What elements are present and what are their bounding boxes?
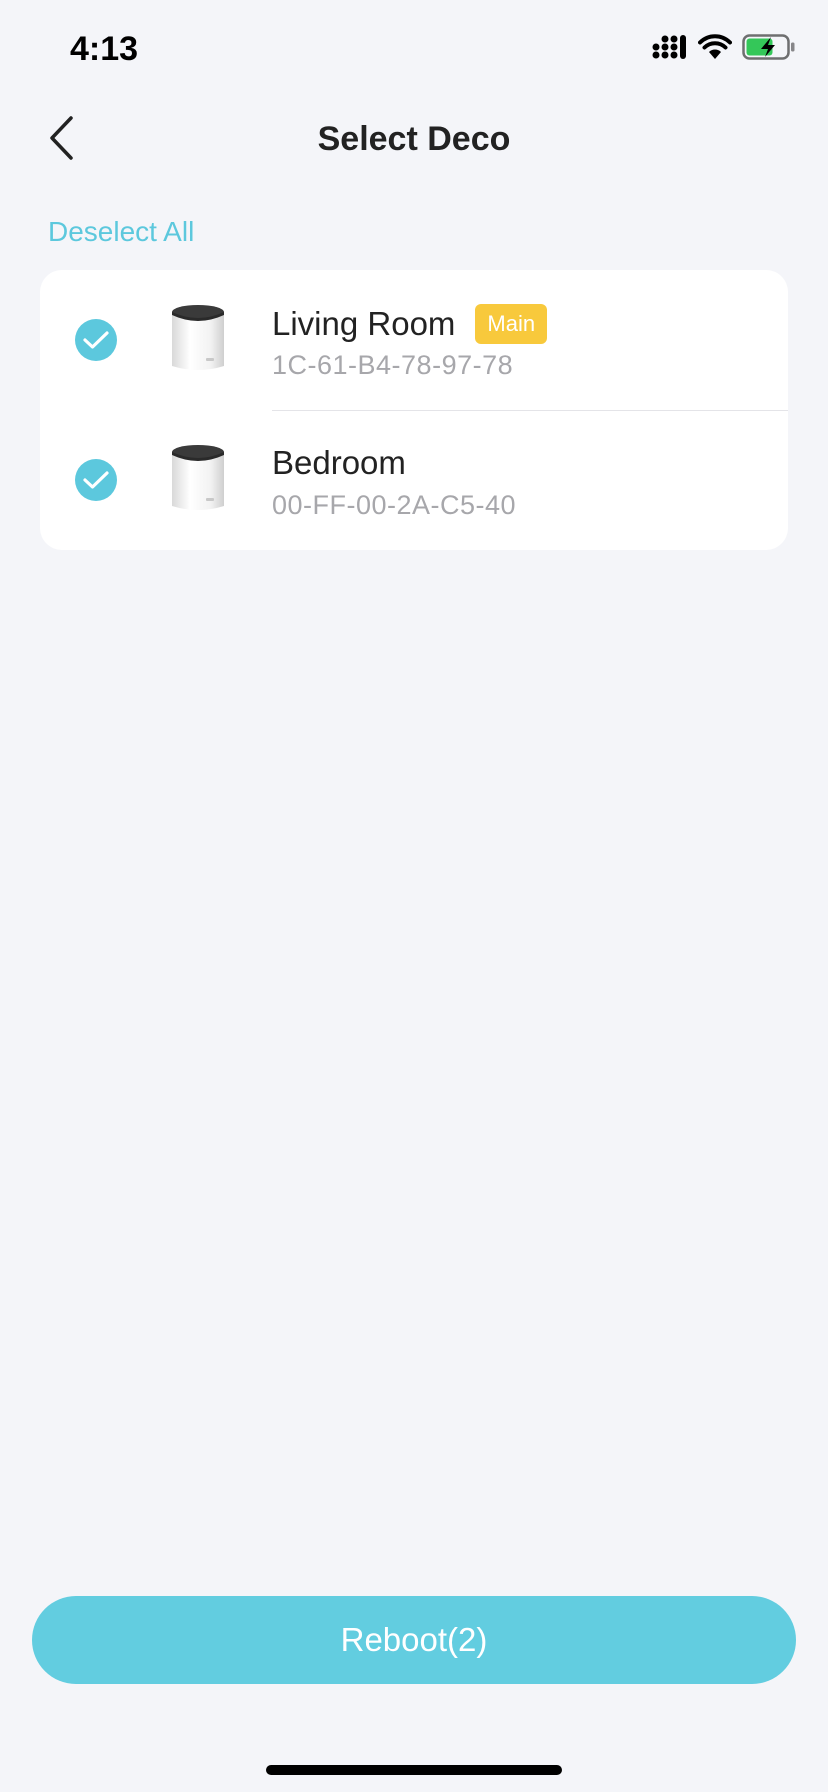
device-name: Living Room bbox=[272, 305, 456, 342]
status-time: 4:13 bbox=[70, 30, 139, 68]
device-row-living-room[interactable]: Living Room Main 1C-61-B4-78-97-78 bbox=[40, 270, 788, 410]
home-indicator bbox=[266, 1765, 562, 1775]
select-deco-screen: 4:13 Select Deco Deselect All Living Roo… bbox=[0, 0, 828, 1792]
deco-device-icon bbox=[166, 302, 230, 376]
device-mac: 1C-61-B4-78-97-78 bbox=[272, 350, 514, 380]
deco-device-icon bbox=[166, 442, 230, 516]
reboot-button[interactable]: Reboot(2) bbox=[32, 1596, 796, 1684]
device-name-line: Living Room Main bbox=[272, 304, 548, 344]
signal-icon bbox=[652, 34, 688, 65]
nav-header: Select Deco bbox=[0, 100, 828, 180]
status-icons bbox=[652, 34, 796, 65]
device-mac: 00-FF-00-2A-C5-40 bbox=[272, 490, 517, 520]
status-bar: 4:13 bbox=[0, 0, 828, 100]
device-row-bedroom[interactable]: Bedroom 00-FF-00-2A-C5-40 bbox=[40, 410, 788, 550]
page-title: Select Deco bbox=[317, 120, 511, 158]
device-name: Bedroom bbox=[272, 444, 406, 481]
device-list: Living Room Main 1C-61-B4-78-97-78 Bedro… bbox=[40, 270, 788, 550]
checkmark-icon[interactable] bbox=[75, 319, 117, 361]
battery-charging-icon bbox=[742, 34, 796, 65]
device-name-line: Bedroom bbox=[272, 444, 406, 482]
main-badge: Main bbox=[475, 304, 548, 344]
wifi-icon bbox=[698, 34, 732, 65]
checkmark-icon[interactable] bbox=[75, 459, 117, 501]
deselect-all-button[interactable]: Deselect All bbox=[48, 216, 194, 248]
